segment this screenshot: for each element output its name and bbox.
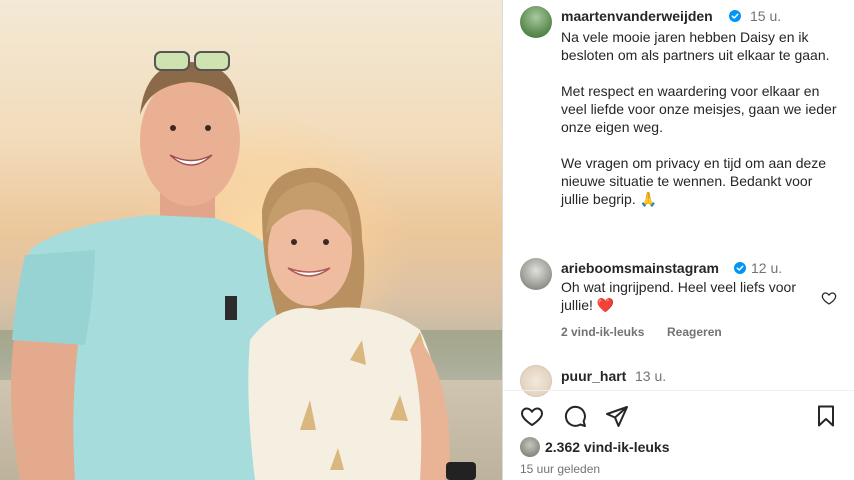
author-avatar[interactable] xyxy=(520,6,552,38)
actions-separator xyxy=(503,390,854,391)
commenter-avatar[interactable] xyxy=(520,365,552,397)
commenter-username[interactable]: arieboomsmainstagram xyxy=(561,260,719,276)
heart-outline-icon[interactable] xyxy=(821,290,837,306)
caption-paragraph: Met respect en waardering voor elkaar en… xyxy=(561,83,837,135)
comment-time[interactable]: 13 u. xyxy=(635,368,666,384)
liker-avatar[interactable] xyxy=(520,437,540,457)
comment-time[interactable]: 12 u. xyxy=(751,260,782,276)
verified-badge-icon xyxy=(729,10,741,22)
commenter-username[interactable]: puur_hart xyxy=(561,368,626,384)
woman-figure xyxy=(248,167,476,480)
heart-icon[interactable] xyxy=(520,404,544,428)
caption-paragraph: Na vele mooie jaren hebben Daisy en ik b… xyxy=(561,29,830,63)
author-username[interactable]: maartenvanderweijden xyxy=(561,8,713,24)
likes-count[interactable]: 2.362 vind-ik-leuks xyxy=(545,439,670,455)
verified-badge-icon xyxy=(734,262,746,274)
comment-text: Oh wat ingrijpend. Heel veel liefs voor … xyxy=(561,279,797,313)
comment-likes-count[interactable]: 2 vind-ik-leuks xyxy=(561,325,644,339)
share-icon[interactable] xyxy=(605,404,629,428)
reply-button[interactable]: Reageren xyxy=(667,325,722,339)
post-photo[interactable] xyxy=(0,0,502,480)
comment-icon[interactable] xyxy=(563,404,587,428)
post-caption: Na vele mooie jaren hebben Daisy en ik b… xyxy=(561,28,841,226)
caption-paragraph: We vragen om privacy en tijd om aan deze… xyxy=(561,155,827,207)
post-timestamp[interactable]: 15 uur geleden xyxy=(520,462,600,476)
author-time[interactable]: 15 u. xyxy=(750,8,781,24)
commenter-avatar[interactable] xyxy=(520,258,552,290)
bookmark-icon[interactable] xyxy=(814,404,838,428)
